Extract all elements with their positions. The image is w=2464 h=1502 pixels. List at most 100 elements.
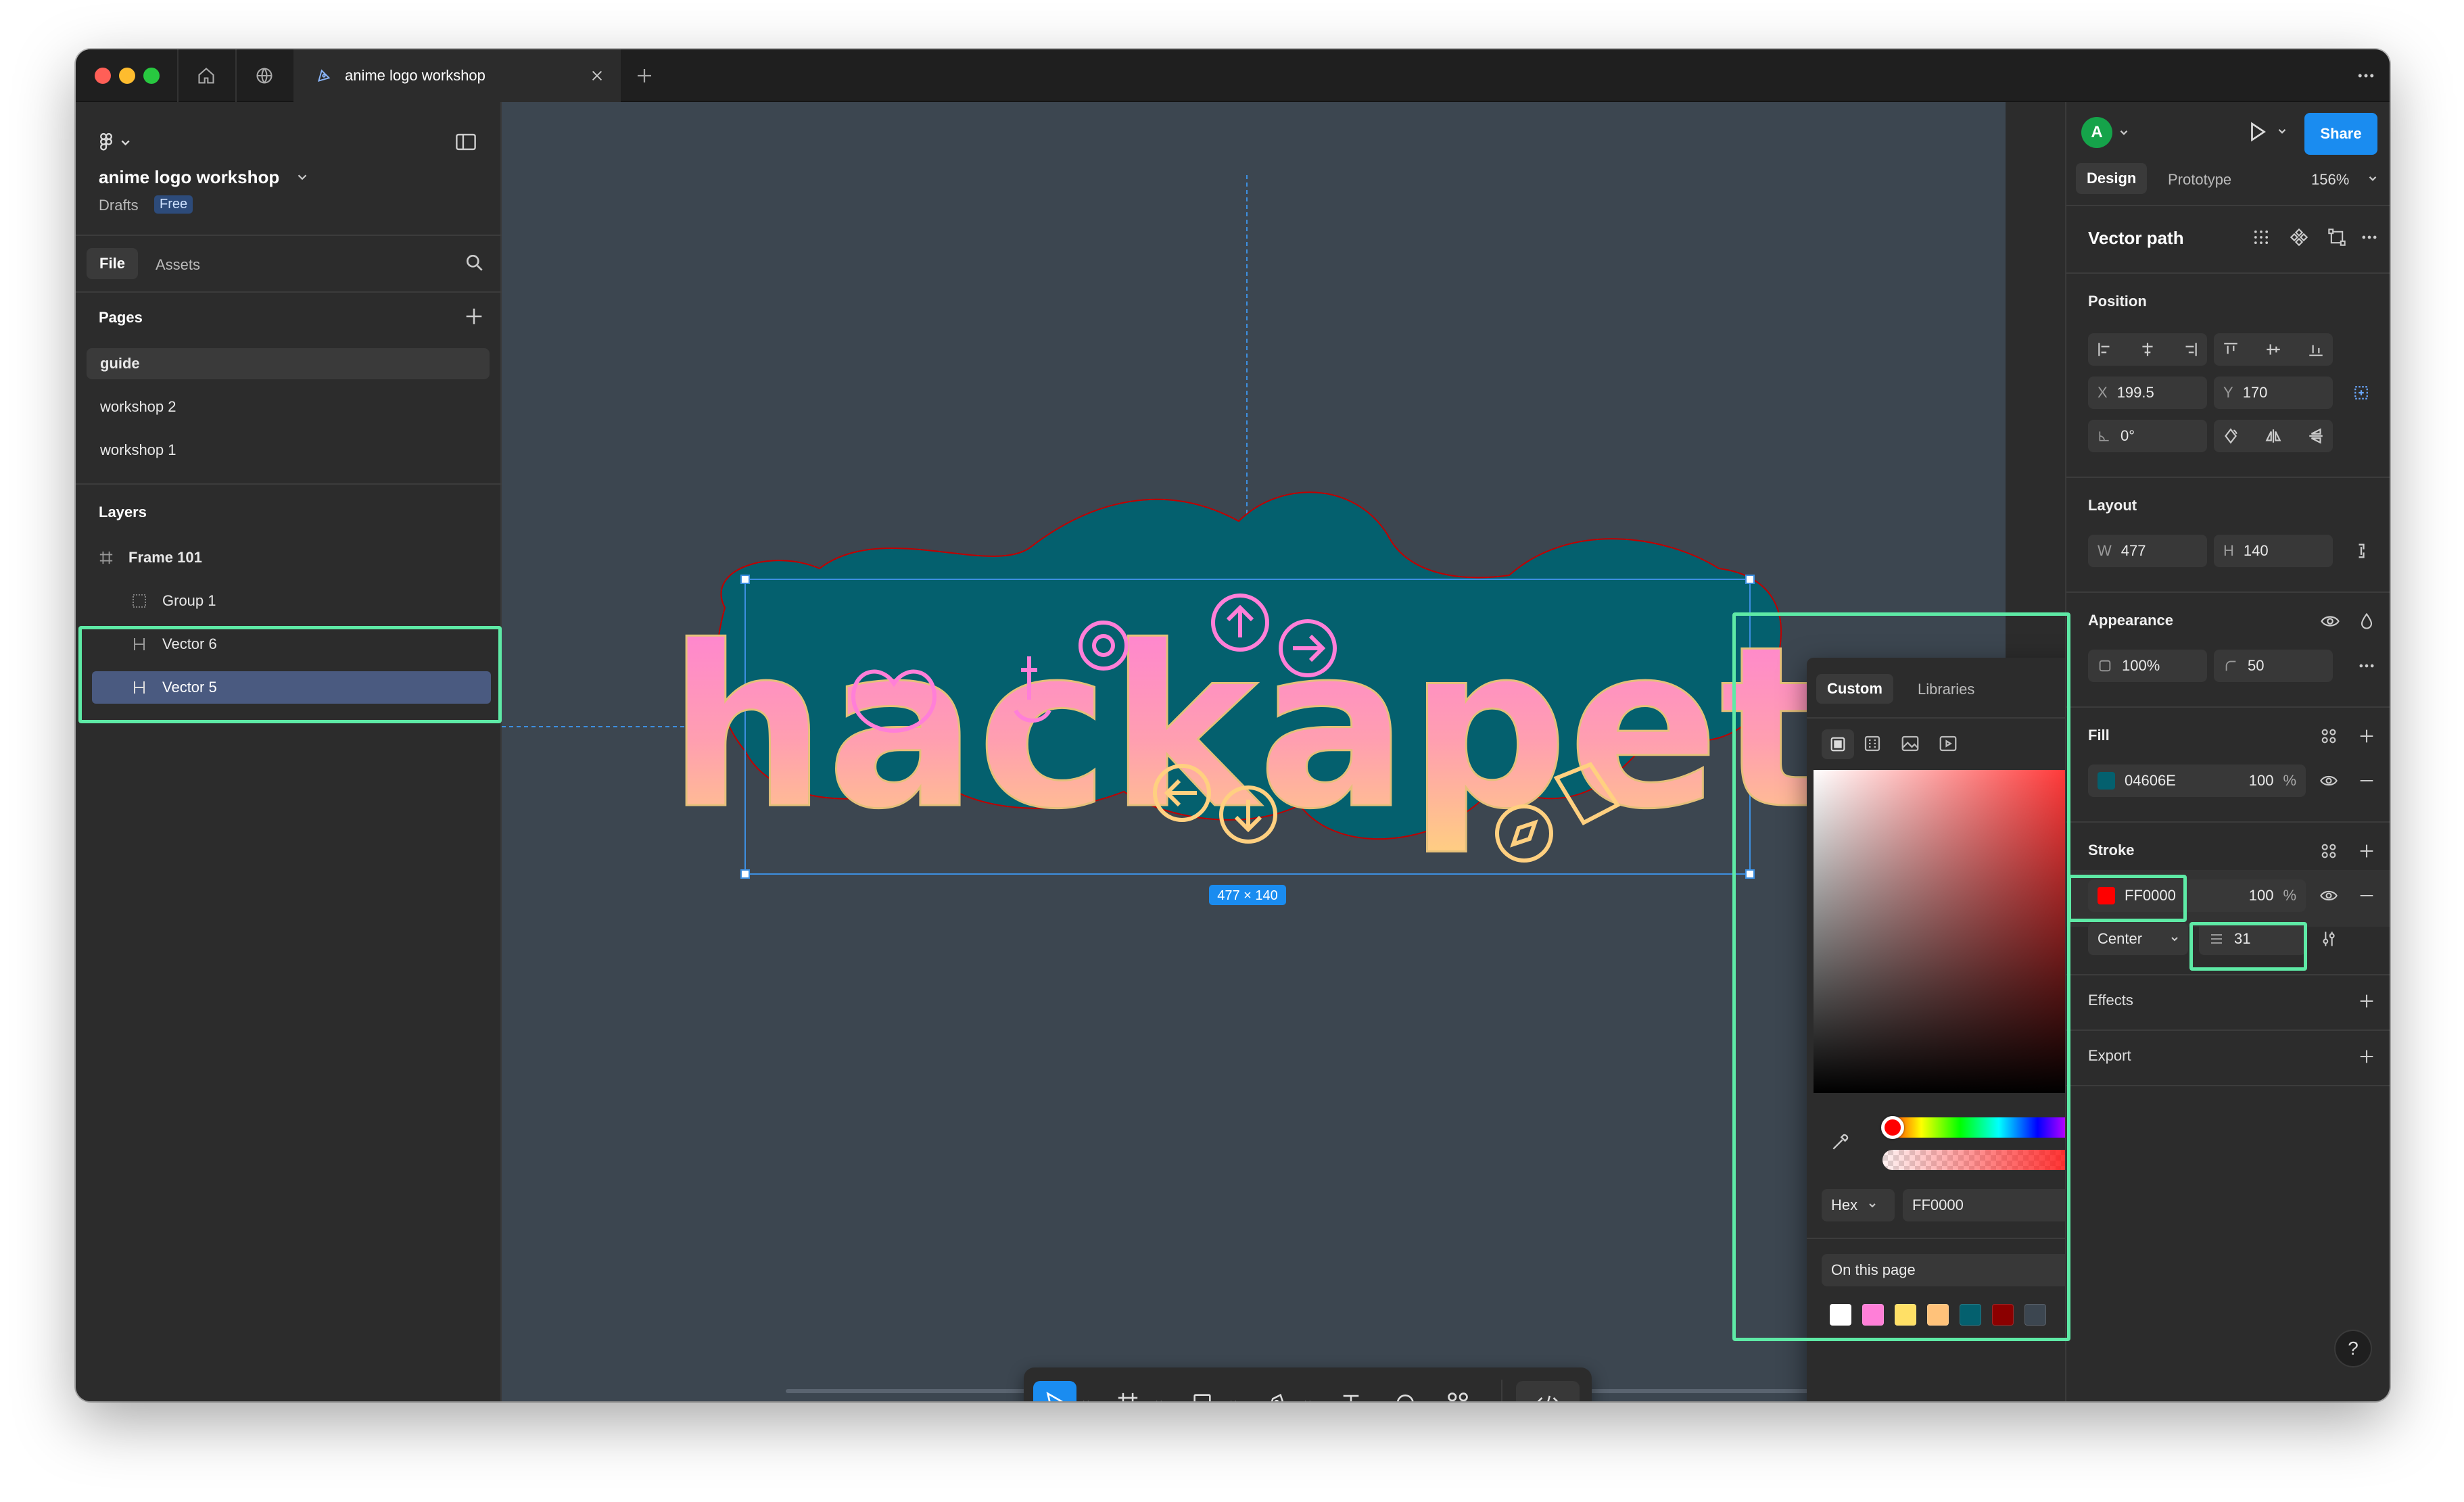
tab-design[interactable]: Design (2076, 163, 2148, 194)
fill-hex-value[interactable]: 04606E (2125, 772, 2176, 790)
constraints-button[interactable] (2346, 378, 2376, 408)
layer-vector-6[interactable]: Vector 6 (131, 628, 217, 660)
zoom-level[interactable]: 156% (2311, 171, 2349, 189)
frame-tool-button[interactable] (1106, 1381, 1150, 1401)
lock-aspect-button[interactable] (2346, 536, 2376, 566)
appearance-blend-button[interactable] (2352, 606, 2382, 636)
rectangle-tool-button[interactable] (1181, 1381, 1224, 1401)
appearance-more-button[interactable] (2352, 651, 2382, 681)
stroke-weight-field[interactable]: 31 (2199, 923, 2306, 955)
color-swatch[interactable] (1862, 1304, 1884, 1326)
help-button[interactable]: ? (2334, 1330, 2372, 1367)
stroke-weight-value[interactable]: 31 (2234, 930, 2250, 948)
window-menu-button[interactable] (2356, 66, 2376, 86)
h-value[interactable]: 140 (2244, 542, 2269, 560)
tab-anime-logo-workshop[interactable]: anime logo workshop (293, 49, 621, 102)
align-middle-icon[interactable] (2265, 341, 2282, 358)
add-effect-button[interactable] (2352, 986, 2382, 1016)
search-layers-button[interactable] (464, 252, 485, 274)
resize-to-fit-button[interactable] (2322, 222, 2352, 252)
tab-prototype[interactable]: Prototype (2168, 171, 2231, 189)
color-mode-select[interactable]: Hex (1822, 1189, 1895, 1221)
stroke-opacity-value[interactable]: 100 (2249, 887, 2274, 904)
grid-button[interactable] (2246, 222, 2276, 252)
remove-fill-button[interactable] (2352, 766, 2382, 796)
stroke-hex-value[interactable]: FF0000 (2125, 887, 2176, 904)
stroke-visibility-button[interactable] (2314, 881, 2344, 911)
fill-swatch[interactable] (2098, 772, 2115, 790)
actions-tool-button[interactable] (1436, 1381, 1479, 1401)
pen-tool-button[interactable] (1255, 1381, 1298, 1401)
resize-handle[interactable] (1745, 869, 1755, 879)
fill-styles-button[interactable] (2314, 721, 2344, 751)
x-position-field[interactable]: X 199.5 (2088, 377, 2207, 409)
minimize-window-button[interactable] (119, 68, 135, 84)
tab-file[interactable]: File (87, 248, 138, 279)
present-menu-button[interactable] (2276, 125, 2288, 137)
solid-fill-button[interactable] (1822, 729, 1854, 759)
align-center-horizontal-icon[interactable] (2139, 341, 2156, 358)
stroke-position-select[interactable]: Center (2088, 923, 2188, 955)
rotation-field[interactable]: 0° (2088, 420, 2207, 452)
layer-frame-101[interactable]: Frame 101 (99, 541, 202, 574)
fill-visibility-button[interactable] (2314, 766, 2344, 796)
color-swatch[interactable] (1895, 1304, 1916, 1326)
dev-mode-toggle[interactable] (1516, 1381, 1580, 1401)
fill-opacity-value[interactable]: 100 (2249, 772, 2274, 790)
hue-slider-thumb[interactable] (1881, 1116, 1904, 1139)
tab-assets[interactable]: Assets (156, 256, 200, 274)
add-stroke-button[interactable] (2352, 836, 2382, 866)
width-field[interactable]: W 477 (2088, 535, 2207, 567)
shape-tool-menu[interactable] (1225, 1381, 1241, 1401)
corner-radius-value[interactable]: 50 (2248, 657, 2264, 675)
resize-handle[interactable] (740, 869, 750, 879)
page-item-workshop-1[interactable]: workshop 1 (87, 435, 490, 466)
present-button[interactable] (2245, 120, 2269, 144)
add-fill-button[interactable] (2352, 721, 2382, 751)
stroke-settings-button[interactable] (2314, 924, 2344, 954)
w-value[interactable]: 477 (2121, 542, 2146, 560)
gradient-fill-button[interactable] (1862, 733, 1882, 754)
resize-handle[interactable] (1745, 575, 1755, 584)
page-item-workshop-2[interactable]: workshop 2 (87, 391, 490, 422)
rotation-value[interactable]: 0° (2121, 427, 2135, 445)
add-page-button[interactable] (463, 305, 485, 328)
close-tab-button[interactable] (590, 68, 605, 83)
zoom-menu-button[interactable] (2367, 172, 2379, 185)
main-menu-button[interactable] (97, 132, 133, 153)
maximize-window-button[interactable] (143, 68, 160, 84)
page-item-guide[interactable]: guide (87, 348, 490, 379)
toggle-visibility-button[interactable] (2315, 606, 2345, 636)
close-window-button[interactable] (95, 68, 111, 84)
picker-tab-libraries[interactable]: Libraries (1918, 681, 1974, 698)
color-swatch[interactable] (1830, 1304, 1851, 1326)
file-name[interactable]: anime logo workshop (99, 167, 279, 188)
image-fill-button[interactable] (1900, 733, 1920, 754)
video-fill-button[interactable] (1938, 733, 1958, 754)
comment-tool-button[interactable] (1382, 1381, 1425, 1401)
text-tool-button[interactable] (1329, 1381, 1373, 1401)
move-tool-button[interactable] (1033, 1381, 1076, 1401)
layer-vector-5[interactable]: Vector 5 (131, 671, 217, 704)
file-menu-button[interactable] (295, 170, 310, 185)
move-tool-menu[interactable] (1078, 1381, 1094, 1401)
y-position-field[interactable]: Y 170 (2214, 377, 2333, 409)
add-export-button[interactable] (2352, 1042, 2382, 1071)
resize-handle[interactable] (740, 575, 750, 584)
create-component-button[interactable] (2284, 222, 2314, 252)
share-button[interactable]: Share (2304, 113, 2377, 155)
align-bottom-icon[interactable] (2307, 341, 2325, 358)
file-location[interactable]: Drafts (99, 197, 139, 214)
layer-group-1[interactable]: Group 1 (131, 585, 216, 617)
layer-opacity-field[interactable]: 100% (2088, 650, 2207, 682)
rotate-icon[interactable] (2222, 427, 2240, 445)
pen-tool-menu[interactable] (1300, 1381, 1316, 1401)
align-right-icon[interactable] (2181, 341, 2199, 358)
eyedropper-button[interactable] (1830, 1131, 1851, 1153)
remove-stroke-button[interactable] (2352, 881, 2382, 911)
fill-color-field[interactable]: 04606E 100 % (2088, 765, 2306, 797)
corner-radius-field[interactable]: 50 (2214, 650, 2333, 682)
frame-tool-menu[interactable] (1151, 1381, 1167, 1401)
stroke-color-field[interactable]: FF0000 100 % (2088, 879, 2306, 912)
new-tab-button[interactable] (634, 66, 655, 86)
